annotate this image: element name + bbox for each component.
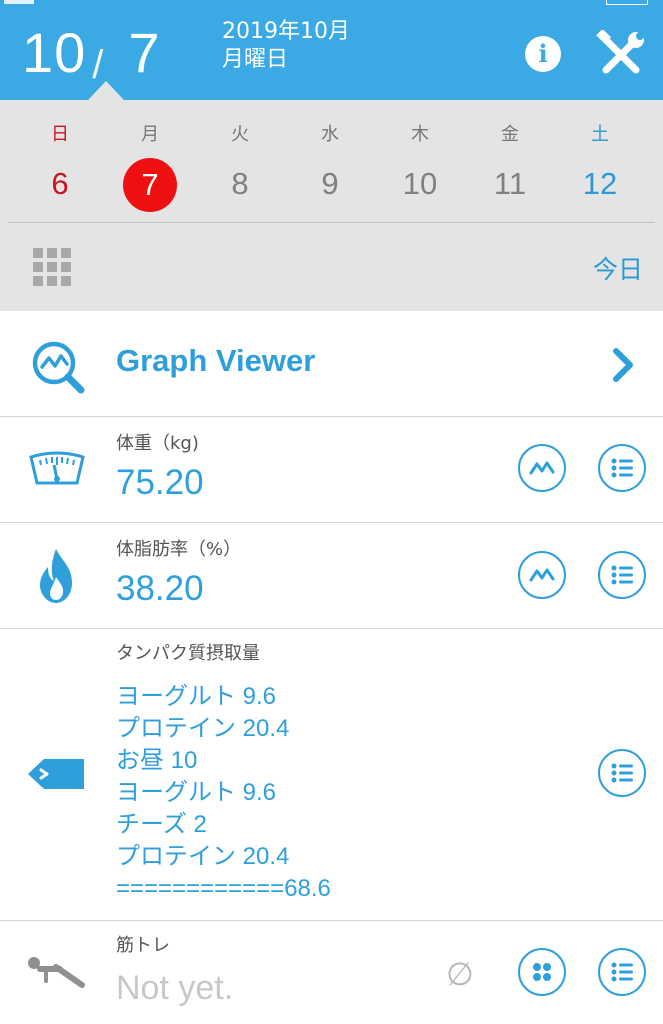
body-fat-value: 38.20 xyxy=(116,569,204,608)
day-number: 12 xyxy=(582,166,618,201)
training-list-button[interactable] xyxy=(598,948,646,996)
day-number: 11 xyxy=(493,166,527,201)
day-number: 8 xyxy=(231,166,249,201)
day-number: 10 xyxy=(402,166,438,201)
body-fat-chart-button[interactable] xyxy=(518,551,566,599)
line-chart-icon xyxy=(529,568,555,582)
list-icon xyxy=(611,962,633,982)
protein-note-line: プロテイン 20.4 xyxy=(116,843,290,870)
protein-note-line: お昼 10 xyxy=(116,747,198,774)
selected-day-number: 7 xyxy=(123,158,177,212)
info-icon[interactable]: i xyxy=(525,36,561,72)
protein-label: タンパク質摂取量 xyxy=(116,643,260,664)
scale-icon xyxy=(29,451,85,485)
flame-icon xyxy=(40,549,72,603)
protein-note-line: チーズ 2 xyxy=(116,811,207,838)
day-tuesday[interactable]: 火 8 xyxy=(195,100,285,220)
wrench-screwdriver-icon[interactable] xyxy=(596,30,646,80)
day-number: 6 xyxy=(51,166,69,201)
weekday-name: 月 xyxy=(141,124,159,145)
list-icon xyxy=(611,763,633,783)
battery-indicator xyxy=(606,0,648,5)
list-icon xyxy=(611,458,633,478)
status-bar xyxy=(0,0,663,5)
day-saturday[interactable]: 土 12 xyxy=(555,100,645,220)
weight-chart-button[interactable] xyxy=(518,444,566,492)
graph-viewer-title: Graph Viewer xyxy=(116,343,316,378)
date-detail: 2019年10月 月曜日 xyxy=(222,18,350,74)
body-fat-row: 体脂肪率（%） 38.20 xyxy=(0,523,663,629)
weekday-name: 土 xyxy=(591,124,609,145)
protein-note-line: ヨーグルト 9.6 xyxy=(116,683,277,710)
tag-icon xyxy=(28,759,84,789)
weekday-name: 金 xyxy=(501,124,519,145)
list-icon xyxy=(611,565,633,585)
weight-list-button[interactable] xyxy=(598,444,646,492)
grid-icon[interactable] xyxy=(33,248,71,286)
weight-value: 75.20 xyxy=(116,463,204,502)
current-date: 10/7 xyxy=(22,18,161,88)
protein-row: タンパク質摂取量 ヨーグルト 9.6 プロテイン 20.4 お昼 10 ヨーグル… xyxy=(0,629,663,921)
today-button[interactable]: 今日 xyxy=(593,250,643,286)
weight-label: 体重（kg) xyxy=(116,433,199,454)
bench-press-icon xyxy=(28,957,85,988)
day-number: 9 xyxy=(321,166,339,201)
current-day: 7 xyxy=(128,21,161,84)
day-friday[interactable]: 金 11 xyxy=(465,100,555,220)
protein-note-line: プロテイン 20.4 xyxy=(116,715,290,742)
weekday-name: 火 xyxy=(231,124,249,145)
day-thursday[interactable]: 木 10 xyxy=(375,100,465,220)
line-chart-icon xyxy=(529,461,555,475)
chevron-right-icon xyxy=(613,348,633,382)
body-fat-list-button[interactable] xyxy=(598,551,646,599)
day-sunday[interactable]: 日 6 xyxy=(15,100,105,220)
weekday-name: 日 xyxy=(51,124,69,145)
selected-day-pointer xyxy=(88,81,124,100)
training-grid-button[interactable] xyxy=(518,948,566,996)
weight-row: 体重（kg) 75.20 xyxy=(0,417,663,523)
training-label: 筋トレ xyxy=(116,935,170,956)
weekday-label: 月曜日 xyxy=(222,47,289,72)
body-fat-label: 体脂肪率（%） xyxy=(116,539,242,560)
empty-set-icon: ∅ xyxy=(446,955,474,993)
week-selector: 日 6 月 7 火 8 水 9 木 10 金 11 土 12 今日 xyxy=(0,100,663,311)
protein-note-total: ============68.6 xyxy=(116,875,331,902)
protein-notes: ヨーグルト 9.6 プロテイン 20.4 お昼 10 ヨーグルト 9.6 チーズ… xyxy=(116,681,331,905)
day-monday[interactable]: 月 7 xyxy=(105,100,195,220)
training-status: Not yet. xyxy=(116,969,234,1007)
current-month: 10 xyxy=(22,21,87,84)
weekday-name: 木 xyxy=(411,124,429,145)
protein-list-button[interactable] xyxy=(598,749,646,797)
week-divider xyxy=(8,222,655,223)
weekday-name: 水 xyxy=(321,124,339,145)
dots-grid-icon xyxy=(533,963,551,981)
graph-viewer-row[interactable]: Graph Viewer xyxy=(0,311,663,417)
year-month-label: 2019年10月 xyxy=(222,19,350,44)
day-wednesday[interactable]: 水 9 xyxy=(285,100,375,220)
training-row: 筋トレ Not yet. ∅ xyxy=(0,921,663,1024)
protein-note-line: ヨーグルト 9.6 xyxy=(116,779,277,806)
magnifier-graph-icon xyxy=(32,341,85,394)
signal-indicator xyxy=(4,0,34,4)
